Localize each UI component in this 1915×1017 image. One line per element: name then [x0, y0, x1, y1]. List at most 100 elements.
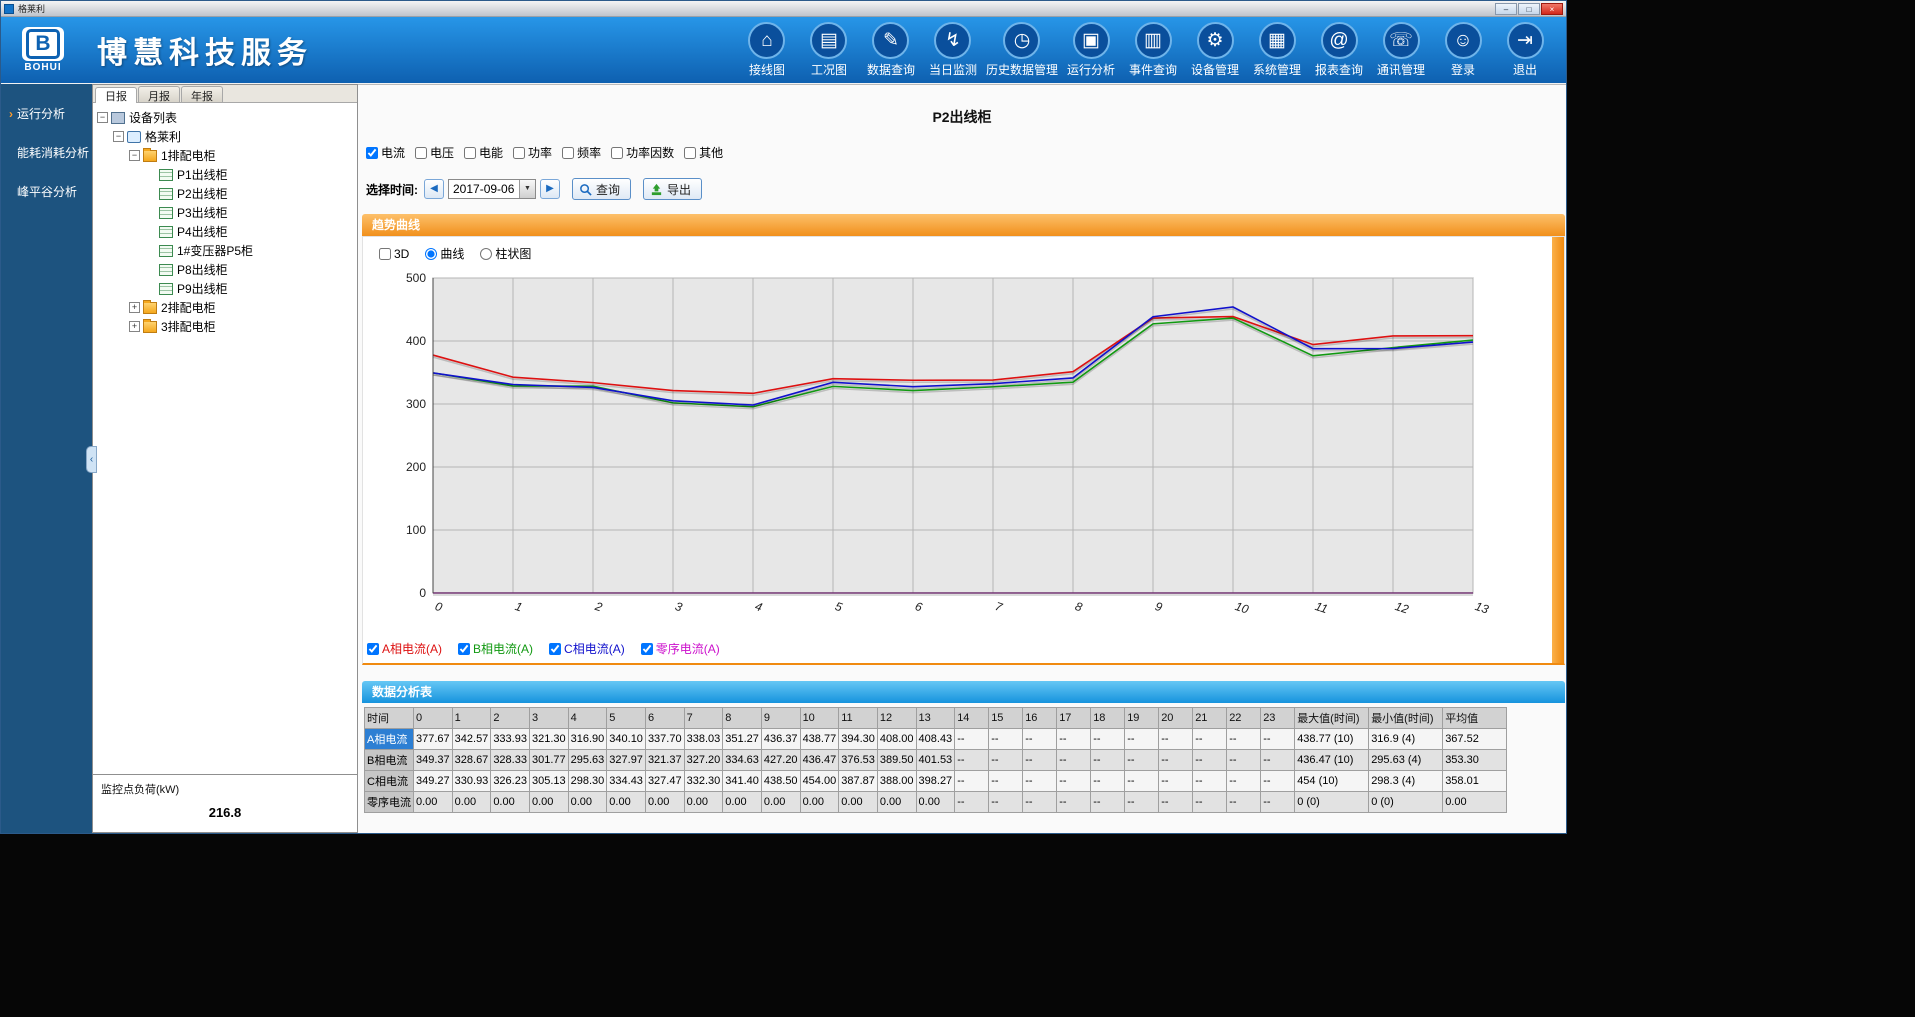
table-cell: 316.90	[568, 729, 607, 750]
toolbar-item-12[interactable]: ⇥退出	[1494, 22, 1556, 78]
table-row-label[interactable]: 零序电流	[365, 792, 414, 813]
table-cell: 0.00	[568, 792, 607, 813]
table-row-label[interactable]: C相电流	[365, 771, 414, 792]
tab-yearly[interactable]: 年报	[181, 86, 223, 102]
chart-curve-radio-input[interactable]	[425, 248, 437, 260]
tree-item[interactable]: P3出线柜	[95, 203, 355, 222]
export-button[interactable]: 导出	[643, 178, 702, 200]
svg-text:6: 6	[913, 599, 924, 614]
toolbar-item-label: 报表查询	[1310, 61, 1368, 78]
tree-item[interactable]: −格莱利	[95, 127, 355, 146]
toolbar-item-8[interactable]: ▦ 系统管理	[1246, 22, 1308, 78]
legend-series-2-input[interactable]	[549, 643, 561, 655]
toolbar-item-2[interactable]: ✎数据查询	[860, 22, 922, 78]
tree-item[interactable]: −设备列表	[95, 108, 355, 127]
tree-item[interactable]: P1出线柜	[95, 165, 355, 184]
chart-3d-checkbox-input[interactable]	[379, 248, 391, 260]
chart-curve-radio[interactable]: 曲线	[425, 245, 464, 262]
measure-filter-0[interactable]: 电流	[366, 144, 405, 161]
toolbar-item-7[interactable]: ⚙设备管理	[1184, 22, 1246, 78]
measure-filter-6[interactable]: 其他	[684, 144, 723, 161]
measure-filter-2-input[interactable]	[464, 147, 476, 159]
measure-filter-5[interactable]: 功率因数	[611, 144, 674, 161]
collapse-icon[interactable]: −	[113, 131, 124, 142]
table-cell: 438.77	[800, 729, 839, 750]
table-cell: 394.30	[839, 729, 878, 750]
expand-icon[interactable]: +	[129, 321, 140, 332]
toolbar-item-10[interactable]: ☏通讯管理	[1370, 22, 1432, 78]
measure-filter-1-input[interactable]	[415, 147, 427, 159]
chart-bar-radio[interactable]: 柱状图	[480, 245, 531, 262]
toolbar-item-11[interactable]: ☺登录	[1432, 22, 1494, 78]
tab-daily[interactable]: 日报	[95, 87, 137, 103]
maximize-button[interactable]: □	[1518, 3, 1540, 15]
tree-item[interactable]: P4出线柜	[95, 222, 355, 241]
panel-icon	[159, 188, 173, 200]
toolbar-item-3[interactable]: ↯当日监测	[922, 22, 984, 78]
date-dropdown[interactable]: 2017-09-06 ▼	[448, 179, 536, 199]
tree-item[interactable]: +3排配电柜	[95, 317, 355, 336]
table-row-label[interactable]: A相电流	[365, 729, 414, 750]
tree-item[interactable]: P2出线柜	[95, 184, 355, 203]
measure-filter-4[interactable]: 频率	[562, 144, 601, 161]
toolbar-item-label: 系统管理	[1248, 61, 1306, 78]
table-header-cell: 最小值(时间)	[1369, 708, 1443, 729]
measure-filter-3-input[interactable]	[513, 147, 525, 159]
toolbar-item-6[interactable]: ▥事件查询	[1122, 22, 1184, 78]
tree-item[interactable]: P8出线柜	[95, 260, 355, 279]
table-row-label[interactable]: B相电流	[365, 750, 414, 771]
measure-filter-0-input[interactable]	[366, 147, 378, 159]
table-row[interactable]: C相电流349.27330.93326.23305.13298.30334.43…	[365, 771, 1507, 792]
sidebar-collapse-handle[interactable]: ‹	[86, 446, 97, 473]
sidebar-item-run-analysis[interactable]: ›运行分析	[1, 94, 92, 133]
table-header-cell: 15	[989, 708, 1023, 729]
collapse-icon[interactable]: −	[129, 150, 140, 161]
table-cell: --	[1125, 771, 1159, 792]
expand-icon[interactable]: +	[129, 302, 140, 313]
collapse-icon[interactable]: −	[97, 112, 108, 123]
prev-day-button[interactable]: ◀	[424, 179, 444, 199]
folder-icon	[143, 302, 157, 314]
measure-filter-3[interactable]: 功率	[513, 144, 552, 161]
next-day-button[interactable]: ▶	[540, 179, 560, 199]
legend-series-0[interactable]: A相电流(A)	[367, 640, 442, 657]
close-button[interactable]: ×	[1541, 3, 1563, 15]
sidebar-item-peak-valley-analysis[interactable]: 峰平谷分析	[1, 172, 92, 211]
system-management-icon: ▦	[1259, 22, 1296, 59]
minimize-button[interactable]: –	[1495, 3, 1517, 15]
tree-item[interactable]: +2排配电柜	[95, 298, 355, 317]
toolbar-item-9[interactable]: @报表查询	[1308, 22, 1370, 78]
table-header-cell: 17	[1057, 708, 1091, 729]
table-row[interactable]: 零序电流0.000.000.000.000.000.000.000.000.00…	[365, 792, 1507, 813]
table-cell: 0.00	[800, 792, 839, 813]
table-cell: 326.23	[491, 771, 530, 792]
table-header-cell: 13	[916, 708, 955, 729]
chart-bar-radio-input[interactable]	[480, 248, 492, 260]
toolbar-item-0[interactable]: ⌂接线图	[736, 22, 798, 78]
measure-filter-6-input[interactable]	[684, 147, 696, 159]
table-row[interactable]: B相电流349.37328.67328.33301.77295.63327.97…	[365, 750, 1507, 771]
legend-series-1-input[interactable]	[458, 643, 470, 655]
measure-filter-2[interactable]: 电能	[464, 144, 503, 161]
measure-filter-4-input[interactable]	[562, 147, 574, 159]
toolbar-item-5[interactable]: ▣运行分析	[1060, 22, 1122, 78]
table-cell: 334.63	[723, 750, 762, 771]
sidebar-item-energy-analysis[interactable]: 能耗消耗分析	[1, 133, 92, 172]
tree-item[interactable]: 1#变压器P5柜	[95, 241, 355, 260]
legend-series-2[interactable]: C相电流(A)	[549, 640, 625, 657]
toolbar-item-1[interactable]: ▤工况图	[798, 22, 860, 78]
query-button[interactable]: 查询	[572, 178, 631, 200]
measure-filter-5-input[interactable]	[611, 147, 623, 159]
chart-3d-checkbox[interactable]: 3D	[379, 247, 409, 261]
tab-monthly[interactable]: 月报	[138, 86, 180, 102]
legend-series-1[interactable]: B相电流(A)	[458, 640, 533, 657]
table-cell: --	[1057, 750, 1091, 771]
tree-item[interactable]: −1排配电柜	[95, 146, 355, 165]
legend-series-3[interactable]: 零序电流(A)	[641, 640, 720, 657]
toolbar-item-4[interactable]: ◷历史数据管理	[984, 22, 1060, 78]
table-row[interactable]: A相电流377.67342.57333.93321.30316.90340.10…	[365, 729, 1507, 750]
measure-filter-1[interactable]: 电压	[415, 144, 454, 161]
legend-series-0-input[interactable]	[367, 643, 379, 655]
tree-item[interactable]: P9出线柜	[95, 279, 355, 298]
legend-series-3-input[interactable]	[641, 643, 653, 655]
